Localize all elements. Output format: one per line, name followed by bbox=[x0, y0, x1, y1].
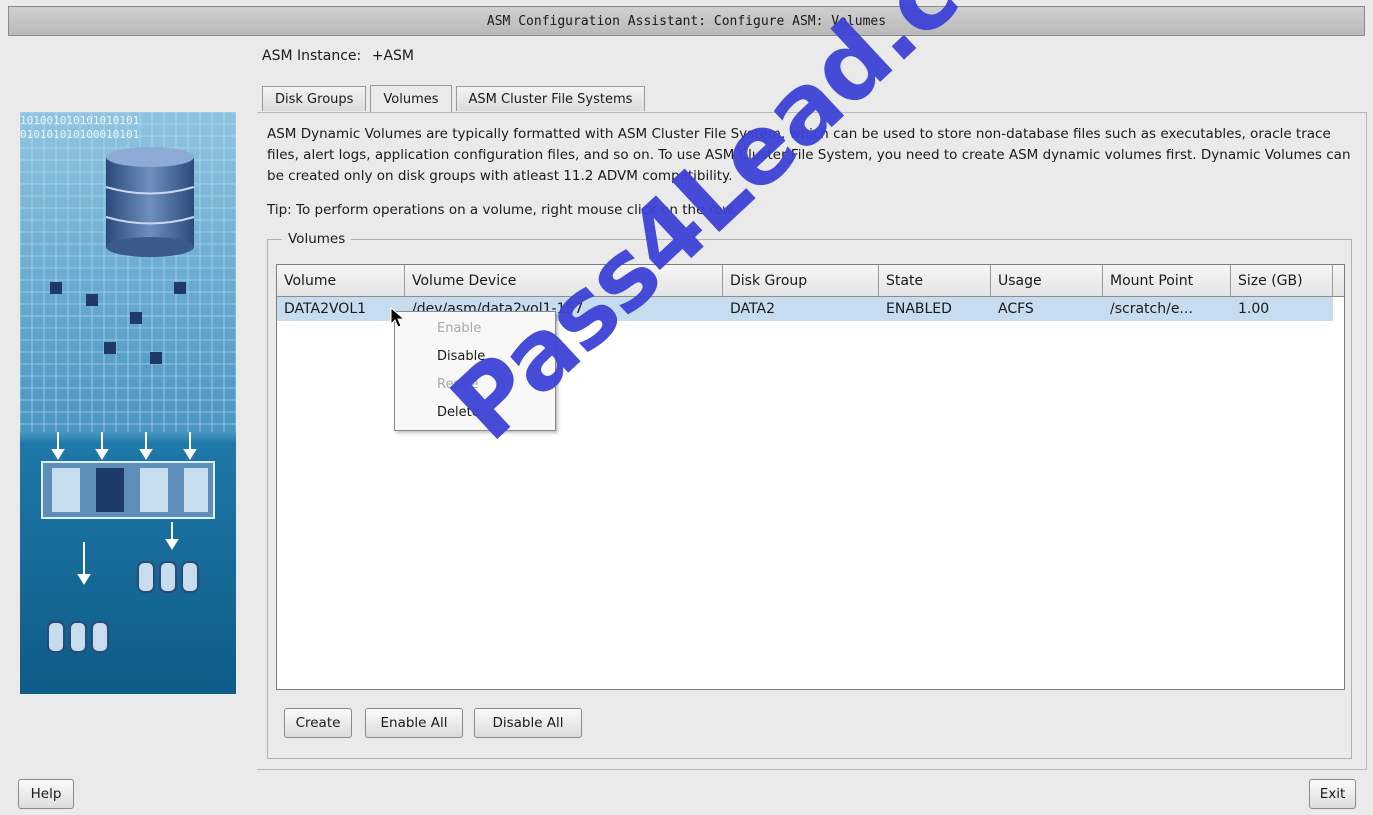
column-header-mount-point[interactable]: Mount Point bbox=[1103, 265, 1231, 296]
asm-instance: ASM Instance: +ASM bbox=[262, 48, 414, 64]
tab-disk-groups[interactable]: Disk Groups bbox=[262, 86, 367, 111]
volumes-group-title: Volumes bbox=[282, 231, 352, 247]
disable-all-button[interactable]: Disable All bbox=[474, 708, 582, 738]
enable-all-button[interactable]: Enable All bbox=[365, 708, 463, 738]
cell-volume: DATA2VOL1 bbox=[284, 301, 367, 317]
tab-bar: Disk Groups Volumes ASM Cluster File Sys… bbox=[262, 85, 649, 112]
binary-text-1: 101001010101010101 bbox=[20, 114, 139, 127]
binary-text-2: 010101010100010101 bbox=[20, 128, 139, 141]
context-menu-enable[interactable]: Enable bbox=[437, 321, 481, 336]
cell-size: 1.00 bbox=[1238, 301, 1270, 317]
exit-button[interactable]: Exit bbox=[1309, 779, 1356, 809]
asm-illustration: 101001010101010101 010101010100010101 bbox=[20, 112, 236, 694]
help-button[interactable]: Help bbox=[18, 779, 74, 809]
column-header-usage[interactable]: Usage bbox=[991, 265, 1103, 296]
database-icon bbox=[105, 147, 195, 257]
column-header-volume[interactable]: Volume bbox=[277, 265, 405, 296]
cell-state: ENABLED bbox=[886, 301, 952, 317]
column-header-disk-group[interactable]: Disk Group bbox=[723, 265, 879, 296]
column-header-size[interactable]: Size (GB) bbox=[1231, 265, 1333, 296]
tab-asm-cluster-file-systems[interactable]: ASM Cluster File Systems bbox=[455, 86, 646, 111]
column-header-state[interactable]: State bbox=[879, 265, 991, 296]
create-button[interactable]: Create bbox=[284, 708, 352, 738]
asm-instance-value: +ASM bbox=[371, 48, 414, 64]
table-header: Volume Volume Device Disk Group State Us… bbox=[277, 265, 1344, 297]
asm-instance-label: ASM Instance: bbox=[262, 48, 362, 64]
cell-disk-group: DATA2 bbox=[730, 301, 775, 317]
mouse-cursor-icon bbox=[390, 307, 406, 328]
cell-usage: ACFS bbox=[998, 301, 1034, 317]
cell-mount-point: /scratch/e... bbox=[1110, 301, 1193, 317]
tab-volumes[interactable]: Volumes bbox=[370, 85, 452, 112]
window-titlebar: ASM Configuration Assistant: Configure A… bbox=[8, 6, 1365, 36]
disk-array-icon bbox=[41, 461, 215, 519]
